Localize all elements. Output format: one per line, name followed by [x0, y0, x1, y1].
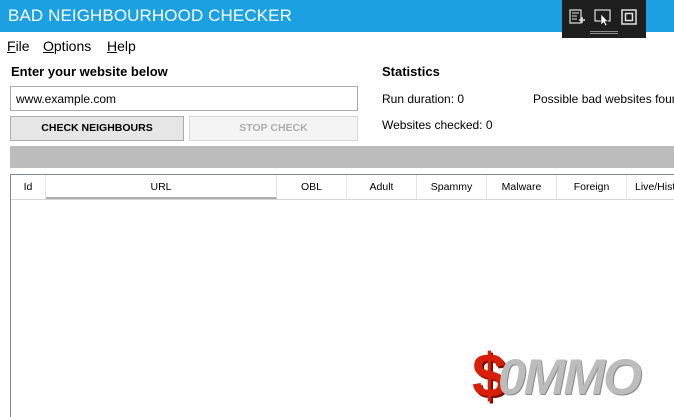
- statistics-heading: Statistics: [382, 64, 440, 79]
- progress-bar: [10, 146, 674, 168]
- column-header-malware[interactable]: Malware: [487, 175, 557, 199]
- website-input[interactable]: [10, 86, 358, 111]
- stop-check-button[interactable]: STOP CHECK: [189, 116, 358, 141]
- menu-options[interactable]: Options: [43, 38, 91, 54]
- table-header: Id URL OBL Adult Spammy Malware Foreign …: [11, 175, 674, 200]
- column-header-id[interactable]: Id: [11, 175, 46, 199]
- websites-checked: Websites checked: 0: [382, 118, 493, 132]
- menu-help[interactable]: Help: [107, 38, 136, 54]
- check-neighbours-button[interactable]: CHECK NEIGHBOURS: [10, 116, 184, 141]
- column-header-spammy[interactable]: Spammy: [417, 175, 487, 199]
- possible-bad-websites: Possible bad websites foun: [533, 92, 674, 106]
- column-header-foreign[interactable]: Foreign: [557, 175, 627, 199]
- menu-file[interactable]: File: [7, 38, 30, 54]
- column-header-adult[interactable]: Adult: [347, 175, 417, 199]
- adorner-icon[interactable]: [620, 8, 638, 26]
- column-header-url[interactable]: URL: [46, 175, 277, 199]
- toolbar-grip[interactable]: [590, 31, 618, 34]
- website-input-label: Enter your website below: [11, 64, 168, 79]
- column-header-obl[interactable]: OBL: [277, 175, 347, 199]
- watermark-logo: $ 0MMO: [468, 342, 668, 417]
- debug-toolbar: [562, 0, 646, 38]
- select-element-icon[interactable]: [594, 8, 612, 26]
- live-tree-icon[interactable]: [568, 8, 586, 26]
- window-title: BAD NEIGHBOURHOOD CHECKER: [8, 6, 292, 25]
- run-duration: Run duration: 0: [382, 92, 465, 106]
- watermark-text: 0MMO: [498, 349, 642, 405]
- column-header-live-history[interactable]: Live/Histo: [627, 175, 674, 199]
